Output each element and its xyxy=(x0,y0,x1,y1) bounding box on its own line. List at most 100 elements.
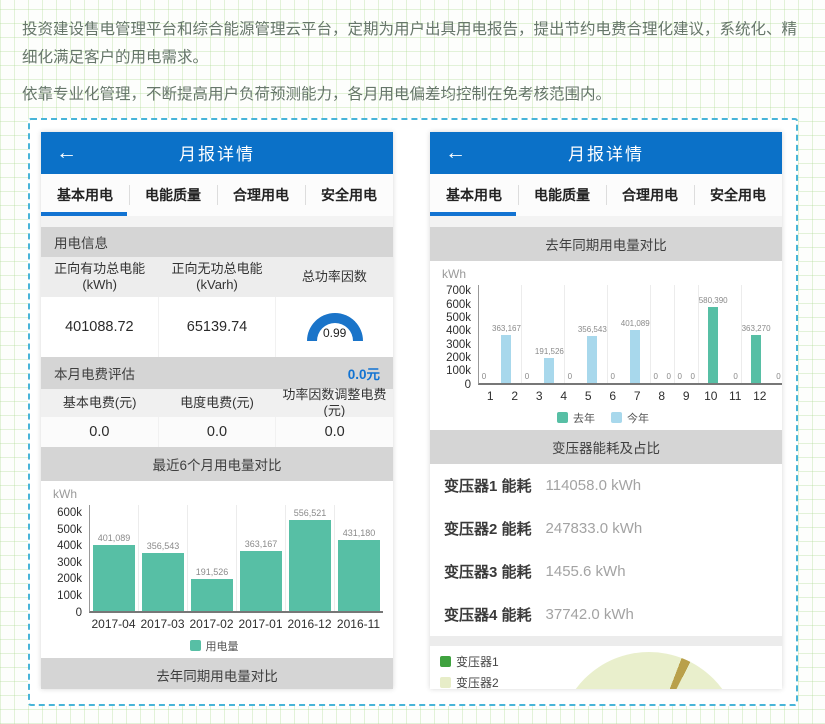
bar-slot: 580,390 xyxy=(699,285,728,383)
category-cell: 363,167 xyxy=(236,505,285,611)
back-arrow-icon[interactable]: ← xyxy=(56,132,77,174)
chart-bar xyxy=(587,336,597,383)
yoy-chart-section-title: 去年同期用电量对比 xyxy=(430,227,782,261)
phone-screen-right: ← 月报详情 基本用电 电能质量 合理用电 安全用电 去年同期用电量对比 kWh… xyxy=(430,132,782,689)
legend-swatch xyxy=(611,412,622,423)
bill-total-value: 0.0元 xyxy=(348,363,380,383)
chart-bar xyxy=(338,540,380,610)
chart-bar xyxy=(289,520,331,611)
chart-bar xyxy=(142,553,184,611)
tab-safe-usage[interactable]: 安全用电 xyxy=(694,174,782,216)
bill-title-label: 本月电费评估 xyxy=(54,363,135,383)
category-cell: 363,2700 xyxy=(741,285,782,383)
y-axis-tick: 700k xyxy=(446,285,471,297)
tab-power-quality[interactable]: 电能质量 xyxy=(129,174,217,216)
bar-value-label: 0 xyxy=(733,372,737,381)
bar-value-label: 556,521 xyxy=(294,508,327,518)
column-header: 电度电费(元) xyxy=(158,389,275,417)
table-row: 变压器1 能耗 114058.0 kWh xyxy=(430,464,782,507)
back-arrow-icon[interactable]: ← xyxy=(445,132,466,174)
bar-value-label: 401,089 xyxy=(98,533,131,543)
bar-slot: 0 xyxy=(688,285,698,383)
tab-safe-usage[interactable]: 安全用电 xyxy=(305,174,393,216)
x-axis-label: 2017-04 xyxy=(89,617,138,631)
usage-info-values: 401088.72 65139.74 0.99 xyxy=(41,297,393,357)
category-cells: 401,089 356,543 191,526363,167 556,521 431,1… xyxy=(90,505,383,611)
y-axis-tick: 300k xyxy=(57,557,82,569)
legend-item: 今年 xyxy=(611,410,649,426)
tab-basic-usage[interactable]: 基本用电 xyxy=(41,174,129,216)
bill-column-headers: 基本电费(元) 电度电费(元) 功率因数调整电费(元) xyxy=(41,389,393,417)
legend-swatch xyxy=(440,656,451,667)
column-header: 基本电费(元) xyxy=(41,389,158,417)
tab-basic-usage[interactable]: 基本用电 xyxy=(430,174,518,216)
bar-slot: 0 xyxy=(608,285,618,383)
x-axis-label: 7 xyxy=(625,389,650,403)
y-axis: 0100k200k300k400k500k600k xyxy=(45,505,89,613)
bar-value-label: 363,270 xyxy=(742,324,771,333)
legend-label: 今年 xyxy=(627,410,649,426)
x-axis-label: 8 xyxy=(650,389,675,403)
tab-bar: 基本用电 电能质量 合理用电 安全用电 xyxy=(430,174,782,216)
pie-legend: 变压器1 变压器2 xyxy=(440,653,499,689)
category-cell: 00 xyxy=(674,285,698,383)
y-axis-tick: 400k xyxy=(57,540,82,552)
bar-value-label: 431,180 xyxy=(343,528,376,538)
y-axis-tick: 500k xyxy=(57,524,82,536)
transformer-2-value: 247833.0 kWh xyxy=(546,520,643,537)
category-cell: 191,526 xyxy=(187,505,236,611)
bar-slot: 0 xyxy=(522,285,532,383)
y-axis-tick: 300k xyxy=(446,339,471,351)
legend-label: 变压器2 xyxy=(456,674,499,689)
tab-reasonable-usage[interactable]: 合理用电 xyxy=(217,174,305,216)
chart-bar xyxy=(501,335,511,382)
bar-slot: 401,089 xyxy=(621,285,650,383)
x-axis-label: 5 xyxy=(576,389,601,403)
bar-slot: 363,270 xyxy=(742,285,771,383)
table-row: 变压器4 能耗 37742.0 kWh xyxy=(430,593,782,636)
transformer-4-label: 变压器4 能耗 xyxy=(444,604,532,625)
y-axis-tick: 100k xyxy=(57,590,82,602)
bar-value-label: 356,543 xyxy=(147,541,180,551)
bar-slot: 191,526 xyxy=(191,505,233,611)
bar-slot: 356,543 xyxy=(578,285,607,383)
bar-value-label: 0 xyxy=(653,372,657,381)
bill-values: 0.0 0.0 0.0 xyxy=(41,417,393,447)
category-cell: 580,390 0 xyxy=(698,285,741,383)
legend-label: 去年 xyxy=(573,410,595,426)
bar-slot: 431,180 xyxy=(338,505,380,611)
legend-item: 去年 xyxy=(557,410,595,426)
legend-item: 用电量 xyxy=(190,638,239,654)
bar-slot: 191,526 xyxy=(535,285,564,383)
tab-power-quality[interactable]: 电能质量 xyxy=(518,174,606,216)
chart-plot-row: 0100k200k300k400k500k600k700k0363,167019… xyxy=(434,285,772,385)
bar-slot: 401,089 xyxy=(93,505,135,611)
page-title: 月报详情 xyxy=(179,140,255,165)
category-cell: 0401,089 xyxy=(607,285,650,383)
bar-slot: 0 xyxy=(675,285,685,383)
bar-value-label: 0 xyxy=(482,372,486,381)
chart-bar xyxy=(630,330,640,382)
y-axis-tick: 0 xyxy=(76,607,82,619)
bar-slot: 0 xyxy=(651,285,661,383)
chart-bar xyxy=(240,551,282,610)
x-axis-label: 2016-11 xyxy=(334,617,383,631)
transformer-3-value: 1455.6 kWh xyxy=(546,563,626,580)
plot-area: 0363,1670191,5260356,5430401,0890000580,… xyxy=(478,285,782,385)
category-cell: 00 xyxy=(650,285,674,383)
bar-slot: 0 xyxy=(731,285,741,383)
transformer-section-title: 变压器能耗及占比 xyxy=(430,430,782,464)
pie-chart xyxy=(558,652,740,689)
tab-reasonable-usage[interactable]: 合理用电 xyxy=(606,174,694,216)
bar-slot: 0 xyxy=(479,285,489,383)
table-row: 变压器2 能耗 247833.0 kWh xyxy=(430,507,782,550)
y-axis-tick: 100k xyxy=(446,365,471,377)
x-axis-label: 9 xyxy=(674,389,699,403)
x-axis-label: 2017-03 xyxy=(138,617,187,631)
recent-6-months-section-title: 最近6个月用电量对比 xyxy=(41,447,393,481)
yoy-chart-block: kWh 0100k200k300k400k500k600k700k0363,16… xyxy=(430,261,782,430)
basic-fee-value: 0.0 xyxy=(41,417,158,447)
screenshots-card: ← 月报详情 基本用电 电能质量 合理用电 安全用电 用电信息 正向有功总电能(… xyxy=(28,118,798,706)
category-cell: 0356,543 xyxy=(564,285,607,383)
plot-area: 401,089 356,543 191,526363,167 556,521 431,1… xyxy=(89,505,383,613)
